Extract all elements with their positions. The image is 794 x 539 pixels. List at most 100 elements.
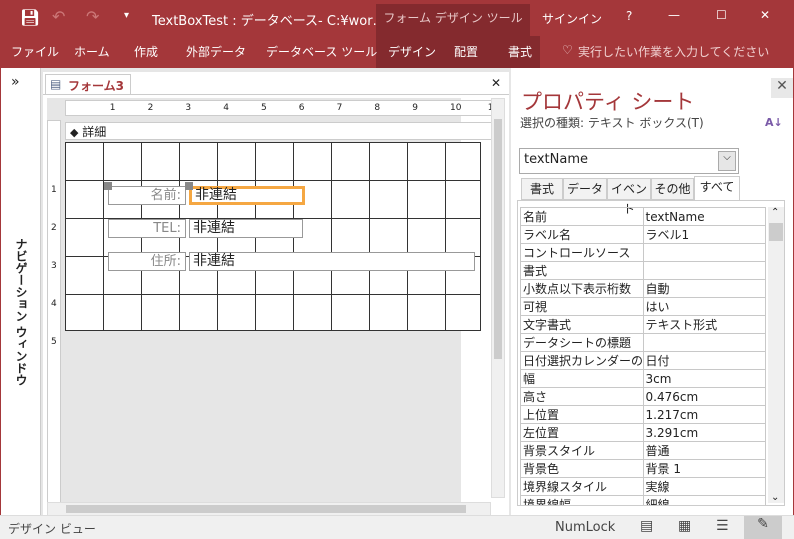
tab-event-props[interactable]: イベント: [607, 178, 651, 216]
object-selector[interactable]: textName ⌵: [519, 148, 739, 174]
customize-qat-icon[interactable]: ▾: [124, 10, 129, 21]
textbox-address[interactable]: 非連結: [189, 252, 475, 271]
label-address[interactable]: 住所:: [108, 252, 186, 271]
property-value[interactable]: 背景 1: [642, 459, 766, 478]
move-handle[interactable]: [104, 182, 112, 190]
tab-home[interactable]: ホーム: [74, 43, 110, 60]
property-value[interactable]: [642, 261, 766, 280]
scroll-down-icon[interactable]: ⌄: [771, 492, 779, 503]
property-value[interactable]: はい: [642, 297, 766, 316]
form-view-icon[interactable]: ▤: [640, 518, 653, 534]
property-row[interactable]: 上位置 1.217cm: [520, 405, 766, 424]
property-value[interactable]: [642, 333, 766, 352]
property-name: 小数点以下表示桁数: [520, 279, 644, 298]
close-form-button[interactable]: ✕: [491, 76, 501, 90]
property-row[interactable]: ラベル名 ラベル1: [520, 225, 766, 244]
design-view-icon[interactable]: ✎: [744, 516, 782, 539]
property-name: 文字書式: [520, 315, 644, 334]
property-value[interactable]: 細線: [642, 495, 766, 505]
textbox-tel[interactable]: 非連結: [189, 219, 303, 238]
property-name: 背景スタイル: [520, 441, 644, 460]
save-icon[interactable]: 💾︎: [20, 8, 40, 27]
property-scrollbar[interactable]: ⌃ ⌄: [768, 207, 784, 503]
label-name[interactable]: 名前:: [108, 186, 186, 205]
help-button[interactable]: ?: [626, 9, 632, 23]
property-grid: 名前 textName ラベル名 ラベル1 コントロールソース 書式 小数点以下表示桁数 自動…: [520, 207, 766, 505]
property-row[interactable]: 背景スタイル 普通: [520, 441, 766, 460]
close-button[interactable]: ✕: [760, 8, 770, 22]
signin-button[interactable]: サインイン: [542, 10, 602, 27]
property-sheet: プロパティ シート ✕ 選択の種類: テキスト ボックス(T) A↓ textN…: [511, 68, 793, 515]
tab-design[interactable]: デザイン: [388, 43, 436, 60]
property-row[interactable]: 小数点以下表示桁数 自動: [520, 279, 766, 298]
property-row[interactable]: 書式: [520, 261, 766, 280]
form-tab[interactable]: ▤ フォーム3: [45, 74, 131, 94]
ruler-mark: 3: [185, 103, 192, 113]
property-row[interactable]: 高さ 0.476cm: [520, 387, 766, 406]
tell-me-input[interactable]: 実行したい作業を入力してください: [578, 43, 769, 60]
form-icon: ▤: [50, 77, 62, 91]
tab-arrange[interactable]: 配置: [454, 43, 478, 60]
property-value[interactable]: 自動: [642, 279, 766, 298]
chevron-down-icon[interactable]: ⌵: [718, 151, 736, 171]
property-row[interactable]: 文字書式 テキスト形式: [520, 315, 766, 334]
undo-icon[interactable]: ↶: [52, 7, 65, 26]
property-name: ラベル名: [520, 225, 644, 244]
tab-all-props[interactable]: すべて: [694, 176, 740, 201]
vertical-scrollbar[interactable]: [491, 98, 505, 498]
move-handle[interactable]: [185, 182, 193, 190]
property-value[interactable]: 日付: [642, 351, 766, 370]
property-row[interactable]: 境界線幅 細線: [520, 495, 766, 505]
redo-icon[interactable]: ↷: [86, 7, 99, 26]
nav-pane-label[interactable]: ナビゲーション ウィンドウ: [13, 238, 30, 386]
property-name: 名前: [520, 207, 644, 226]
property-value[interactable]: textName: [642, 207, 766, 226]
property-value[interactable]: ラベル1: [642, 225, 766, 244]
property-row[interactable]: データシートの標題: [520, 333, 766, 352]
property-value[interactable]: 1.217cm: [642, 405, 766, 424]
property-row[interactable]: 背景色 背景 1: [520, 459, 766, 478]
context-tab-group: フォーム デザイン ツール: [376, 4, 530, 36]
tab-file[interactable]: ファイル: [11, 43, 59, 60]
tab-create[interactable]: 作成: [134, 43, 158, 60]
detail-section-label: 詳細: [82, 125, 107, 139]
property-row[interactable]: 名前 textName: [520, 207, 766, 226]
property-row[interactable]: 左位置 3.291cm: [520, 423, 766, 442]
property-row[interactable]: コントロールソース: [520, 243, 766, 262]
datasheet-view-icon[interactable]: ▦: [678, 518, 691, 534]
property-row[interactable]: 日付選択カレンダーの表示日付: [520, 351, 766, 370]
property-row[interactable]: 可視 はい: [520, 297, 766, 316]
layout-view-icon[interactable]: ☰: [716, 518, 729, 534]
window-title: TextBoxTest : データベース- C:¥wor…: [152, 14, 386, 29]
tab-database-tools[interactable]: データベース ツール: [266, 43, 377, 60]
numlock-indicator: NumLock: [555, 520, 616, 535]
scroll-up-icon[interactable]: ⌃: [771, 207, 779, 218]
maximize-button[interactable]: ☐: [716, 8, 727, 22]
sort-az-icon[interactable]: A↓: [765, 116, 783, 129]
tab-external-data[interactable]: 外部データ: [186, 43, 246, 60]
property-value[interactable]: 実線: [642, 477, 766, 496]
property-value[interactable]: 3.291cm: [642, 423, 766, 442]
property-row[interactable]: 幅 3cm: [520, 369, 766, 388]
expand-nav-button[interactable]: »: [11, 74, 20, 90]
detail-grid[interactable]: 名前: 非連結 TEL: 非連結 住所: 非連結: [65, 142, 481, 331]
property-row[interactable]: 境界線スタイル 実線: [520, 477, 766, 496]
ruler-mark: 7: [336, 103, 343, 113]
property-value[interactable]: [642, 243, 766, 262]
ruler-mark: 8: [374, 103, 381, 113]
property-value[interactable]: 3cm: [642, 369, 766, 388]
property-value[interactable]: 普通: [642, 441, 766, 460]
horizontal-scrollbar[interactable]: [47, 502, 491, 516]
textbox-name[interactable]: 非連結: [189, 186, 305, 205]
property-value[interactable]: テキスト形式: [642, 315, 766, 334]
detail-section-bar[interactable]: ◆ 詳細: [65, 122, 493, 140]
property-value[interactable]: 0.476cm: [642, 387, 766, 406]
tab-format-props[interactable]: 書式: [521, 178, 563, 200]
minimize-button[interactable]: —: [668, 8, 680, 22]
tab-data-props[interactable]: データ: [563, 178, 607, 200]
close-property-sheet-button[interactable]: ✕: [771, 78, 793, 98]
ruler-mark: 5: [261, 103, 267, 113]
label-tel[interactable]: TEL:: [108, 219, 186, 238]
tab-format[interactable]: 書式: [508, 43, 532, 60]
tab-other-props[interactable]: その他: [651, 178, 694, 200]
